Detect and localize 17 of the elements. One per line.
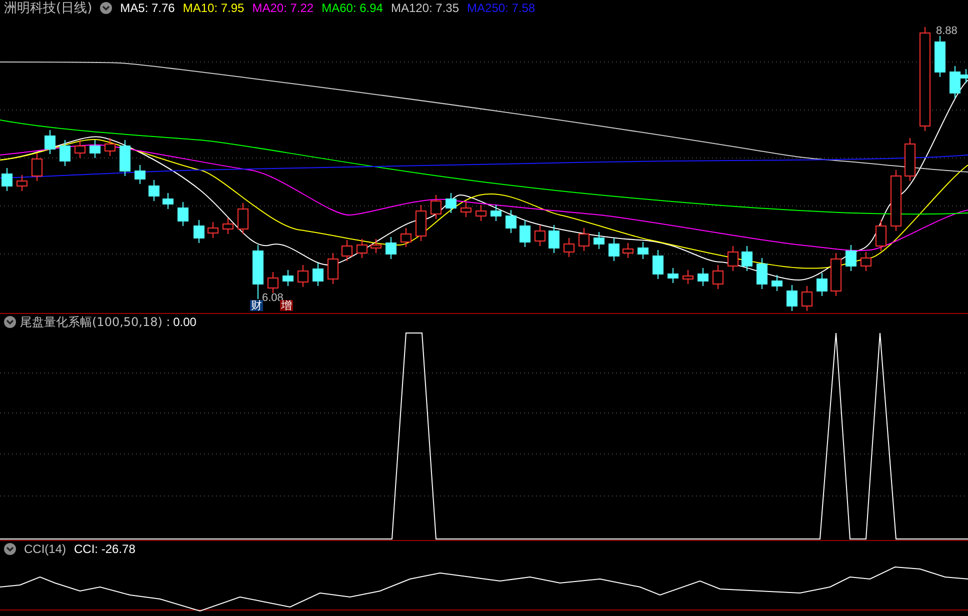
event-marker[interactable]: 财 [250, 300, 263, 311]
collapse-chevron-icon[interactable] [4, 316, 16, 328]
ma-legend-label: MA120: 7.35 [390, 2, 460, 14]
indicator-value: : 0.00 [166, 316, 196, 328]
ma-legend-label: MA20: 7.22 [252, 2, 314, 14]
high-price-label: 8.88 [936, 26, 958, 37]
cci-value: CCI: -26.78 [74, 543, 136, 555]
stock-title: 洲明科技(日线) [4, 2, 92, 14]
ma-legend-label: MA60: 6.94 [322, 2, 383, 14]
ma-legend-label: MA5: 7.76 [120, 2, 175, 14]
cci-title: CCI(14) [24, 543, 66, 555]
event-marker[interactable]: 增 [280, 300, 293, 311]
collapse-chevron-icon[interactable] [100, 2, 112, 14]
collapse-chevron-icon[interactable] [4, 543, 16, 555]
ma-legend-label: MA10: 7.95 [182, 2, 244, 14]
indicator-title: 尾盘量化系幅(100,50,18) [20, 316, 162, 328]
ma-legend-label: MA250: 7.58 [467, 2, 536, 14]
